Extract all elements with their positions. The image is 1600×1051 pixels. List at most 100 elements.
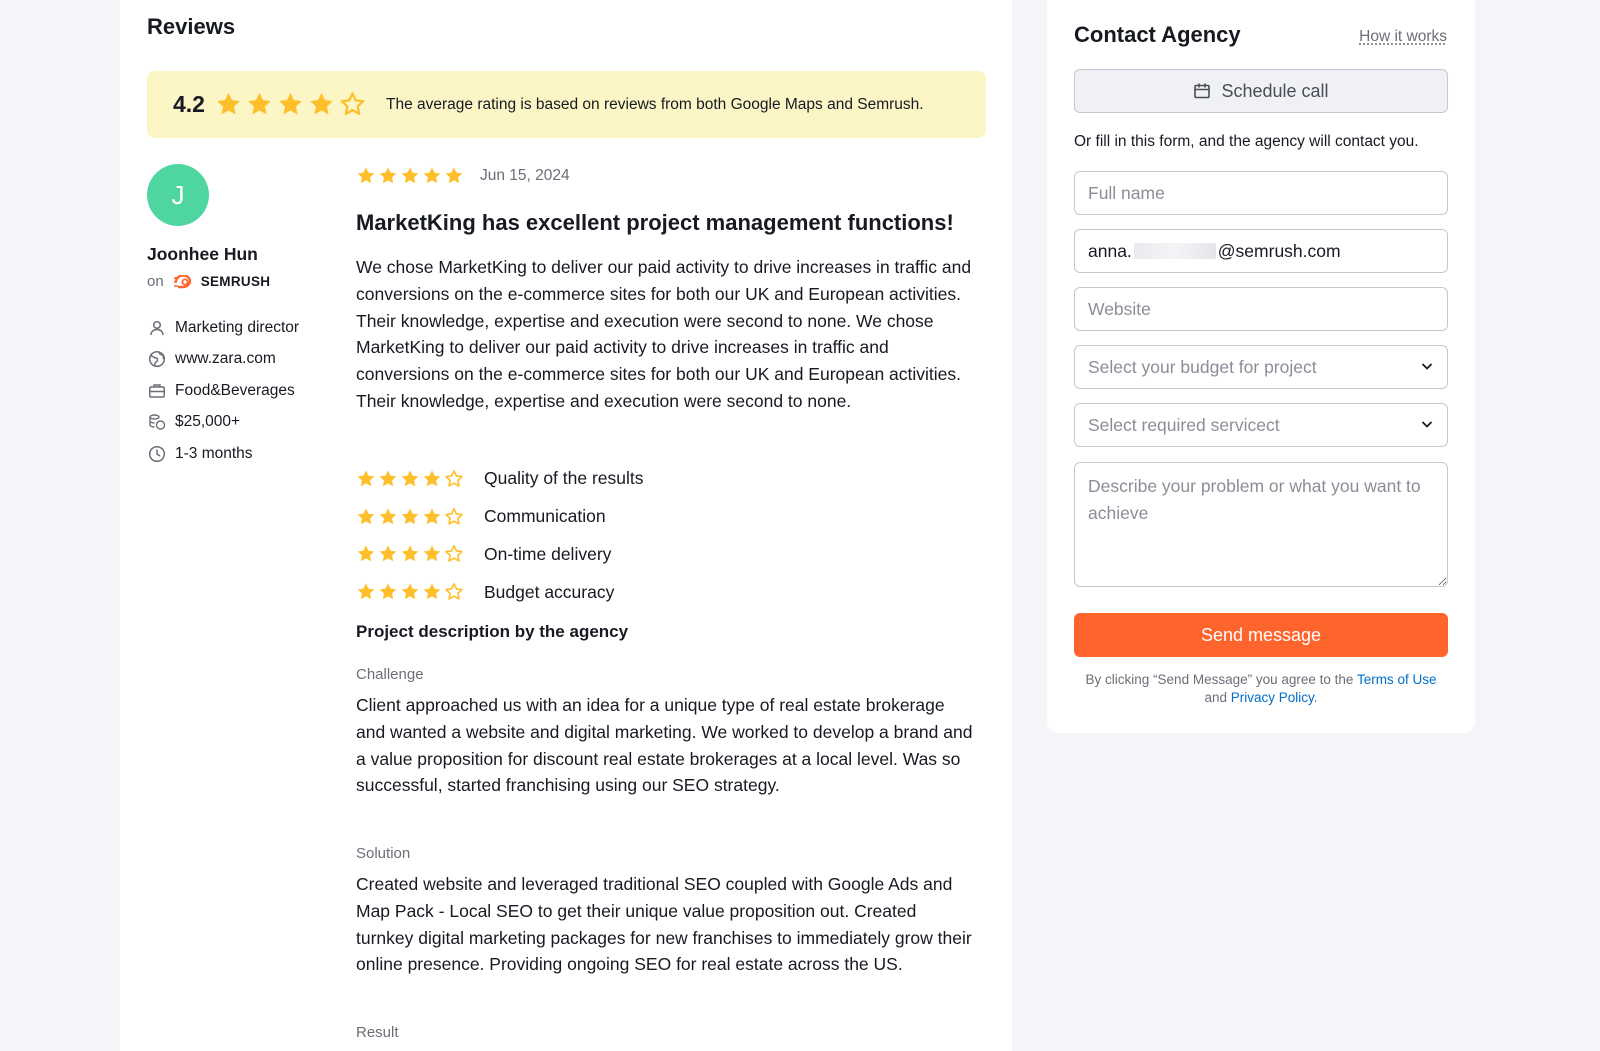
reviewer-name: Joonhee Hun (147, 244, 258, 264)
chevron-down-icon (1420, 415, 1434, 436)
result-label: Result (356, 1024, 399, 1041)
source-name: SEMRUSH (200, 274, 271, 289)
avatar: J (147, 164, 209, 226)
star-filled-icon (422, 166, 442, 186)
criterion-row: Communication (356, 498, 644, 536)
rating-banner: 4.2 The average rating is based on revie… (147, 71, 986, 138)
email-field[interactable]: anna. @semrush.com (1074, 229, 1448, 273)
criterion-stars (356, 507, 466, 527)
review-date: Jun 15, 2024 (480, 167, 570, 184)
review-title: MarketKing has excellent project managem… (356, 210, 954, 235)
chevron-down-icon (1420, 357, 1434, 378)
meta-role-text: Marketing director (175, 318, 300, 336)
review-header: Jun 15, 2024 (356, 166, 570, 186)
source-prefix: on (147, 273, 164, 290)
star-filled-icon (378, 507, 398, 527)
meta-website: www.zara.com (147, 344, 299, 376)
criterion-label: Quality of the results (484, 468, 644, 489)
meta-role: Marketing director (147, 312, 299, 344)
star-filled-icon (400, 469, 420, 489)
semrush-logo: SEMRUSH (173, 274, 271, 289)
email-prefix: anna. (1088, 240, 1132, 261)
reviewer-source: on SEMRUSH (147, 273, 270, 290)
meta-industry: Food&Beverages (147, 375, 299, 407)
star-empty-icon (444, 507, 464, 527)
criterion-row: Budget accuracy (356, 573, 644, 611)
star-filled-icon (308, 91, 335, 118)
meta-industry-text: Food&Beverages (175, 381, 295, 399)
star-filled-icon (356, 544, 376, 564)
terms-notice: By clicking “Send Message” you agree to … (1074, 671, 1448, 707)
contact-card: Contact Agency How it works Schedule cal… (1047, 0, 1475, 733)
meta-website-text: www.zara.com (175, 350, 276, 368)
criterion-stars (356, 582, 466, 602)
star-filled-icon (356, 582, 376, 602)
star-empty-icon (444, 469, 464, 489)
send-message-button[interactable]: Send message (1074, 613, 1448, 657)
star-filled-icon (215, 91, 242, 118)
star-filled-icon (400, 544, 420, 564)
user-icon (147, 318, 167, 338)
criterion-label: Communication (484, 506, 606, 527)
meta-duration-text: 1-3 months (175, 444, 253, 462)
star-filled-icon (277, 91, 304, 118)
service-select[interactable]: Select required servicect (1074, 403, 1448, 447)
meta-budget: $25,000+ (147, 407, 299, 439)
star-empty-icon (444, 582, 464, 602)
star-filled-icon (378, 544, 398, 564)
form-note: Or fill in this form, and the agency wil… (1074, 133, 1419, 150)
budget-select[interactable]: Select your budget for project (1074, 345, 1448, 389)
star-empty-icon (444, 544, 464, 564)
star-filled-icon (378, 469, 398, 489)
how-it-works-link[interactable]: How it works (1359, 28, 1447, 46)
criterion-row: On-time delivery (356, 536, 644, 574)
email-suffix: @semrush.com (1217, 240, 1341, 261)
star-filled-icon (246, 91, 273, 118)
solution-label: Solution (356, 845, 411, 862)
challenge-label: Challenge (356, 666, 424, 683)
rating-note: The average rating is based on reviews f… (385, 95, 924, 113)
review-body: We chose MarketKing to deliver our paid … (356, 257, 972, 411)
full-name-input[interactable] (1088, 182, 1434, 204)
star-filled-icon (400, 507, 420, 527)
clock-icon (147, 444, 167, 464)
reviewer-meta: Marketing director www.zara.com Food&Bev… (147, 312, 299, 470)
criterion-label: Budget accuracy (484, 581, 615, 602)
terms-prefix: By clicking “Send Message” you agree to … (1085, 672, 1354, 687)
star-filled-icon (356, 166, 376, 186)
criteria-list: Quality of the results Communication On-… (356, 460, 644, 611)
website-field[interactable] (1074, 287, 1448, 331)
project-heading: Project description by the agency (356, 622, 629, 641)
star-filled-icon (400, 582, 420, 602)
schedule-call-label: Schedule call (1221, 80, 1329, 101)
message-textarea[interactable] (1074, 462, 1448, 587)
email-value: anna. @semrush.com (1088, 241, 1341, 262)
star-filled-icon (422, 469, 442, 489)
star-filled-icon (356, 469, 376, 489)
website-input[interactable] (1088, 298, 1434, 320)
schedule-call-button[interactable]: Schedule call (1074, 69, 1448, 113)
terms-of-use-link[interactable]: Terms of Use (1357, 672, 1437, 687)
star-filled-icon (378, 582, 398, 602)
reviews-title: Reviews (147, 14, 236, 39)
full-name-field[interactable] (1074, 171, 1448, 215)
globe-icon (147, 349, 167, 369)
budget-select-value: Select your budget for project (1088, 356, 1317, 377)
solution-text: Created website and leveraged traditiona… (356, 874, 972, 975)
challenge-text: Client approached us with an idea for a … (356, 695, 973, 796)
contact-title: Contact Agency (1074, 22, 1241, 47)
average-rating-stars (215, 91, 370, 118)
privacy-policy-link[interactable]: Privacy Policy (1231, 690, 1314, 705)
terms-period: . (1313, 690, 1318, 705)
briefcase-icon (147, 381, 167, 401)
meta-duration: 1-3 months (147, 438, 299, 470)
coins-icon (147, 412, 167, 432)
average-rating-value: 4.2 (173, 91, 205, 117)
criterion-row: Quality of the results (356, 460, 644, 498)
star-filled-icon (444, 166, 464, 186)
email-redacted (1133, 243, 1216, 259)
star-filled-icon (422, 507, 442, 527)
reviews-card: Reviews 4.2 The average rating is based … (120, 0, 1012, 1051)
review-stars (356, 166, 466, 186)
criterion-label: On-time delivery (484, 543, 612, 564)
